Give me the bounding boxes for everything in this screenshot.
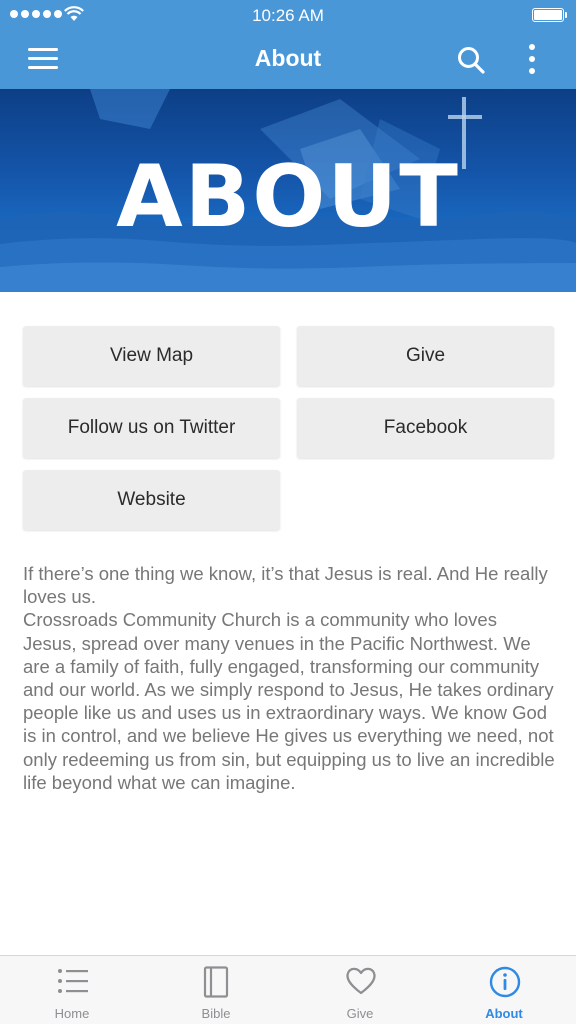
tab-give-label: Give bbox=[346, 1006, 374, 1021]
tab-bar: Home Bible Give About bbox=[0, 955, 576, 1024]
nav-bar: About bbox=[0, 30, 576, 89]
tab-bible[interactable]: Bible bbox=[144, 956, 288, 1024]
facebook-button[interactable]: Facebook bbox=[297, 398, 554, 458]
description-body: Crossroads Community Church is a communi… bbox=[23, 609, 555, 793]
twitter-button[interactable]: Follow us on Twitter bbox=[23, 398, 280, 458]
info-icon bbox=[489, 966, 521, 998]
tab-about[interactable]: About bbox=[432, 956, 576, 1024]
page-title: About bbox=[254, 45, 322, 71]
book-icon bbox=[203, 966, 229, 998]
website-button[interactable]: Website bbox=[23, 470, 280, 530]
about-description: If there’s one thing we know, it’s that … bbox=[23, 562, 555, 794]
heart-icon bbox=[346, 967, 376, 995]
list-icon bbox=[58, 969, 88, 993]
about-banner: ABOUT bbox=[0, 89, 576, 292]
tab-home[interactable]: Home bbox=[0, 956, 144, 1024]
status-bar: 10:26 AM bbox=[0, 0, 576, 30]
search-icon[interactable] bbox=[456, 45, 486, 75]
description-intro: If there’s one thing we know, it’s that … bbox=[23, 563, 548, 608]
tab-bible-label: Bible bbox=[201, 1006, 231, 1021]
tab-home-label: Home bbox=[54, 1006, 90, 1021]
tab-give[interactable]: Give bbox=[288, 956, 432, 1024]
battery-icon bbox=[532, 8, 567, 22]
tab-about-label: About bbox=[485, 1006, 523, 1021]
give-button[interactable]: Give bbox=[297, 326, 554, 386]
more-options-icon[interactable] bbox=[524, 43, 540, 75]
banner-title: ABOUT bbox=[116, 147, 460, 247]
status-time: 10:26 AM bbox=[252, 6, 324, 25]
view-map-button[interactable]: View Map bbox=[23, 326, 280, 386]
